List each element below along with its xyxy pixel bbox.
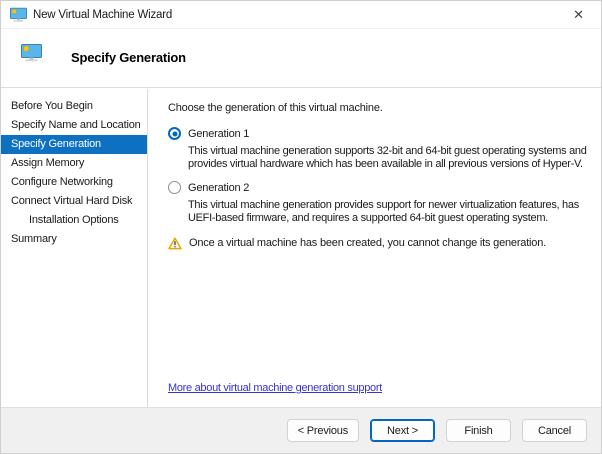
warning-icon — [168, 237, 182, 250]
page-title: Specify Generation — [71, 50, 186, 65]
wizard-page-content: Choose the generation of this virtual ma… — [149, 89, 601, 407]
generation-2-radio[interactable] — [168, 181, 181, 194]
wizard-step-list: Before You Begin Specify Name and Locati… — [1, 89, 148, 407]
footer-button-bar: < Previous Next > Finish Cancel — [1, 407, 601, 453]
sidebar-item-connect-virtual-hard-disk[interactable]: Connect Virtual Hard Disk — [1, 192, 147, 211]
previous-button[interactable]: < Previous — [286, 419, 359, 442]
finish-button[interactable]: Finish — [446, 419, 511, 442]
vm-monitor-icon — [21, 44, 42, 62]
sidebar-item-summary[interactable]: Summary — [1, 230, 147, 249]
generation-2-option[interactable]: Generation 2 — [168, 181, 591, 194]
close-button[interactable]: ✕ — [556, 1, 601, 29]
vm-monitor-icon — [10, 7, 27, 22]
generation-1-label: Generation 1 — [188, 127, 250, 140]
warning-text: Once a virtual machine has been created,… — [189, 237, 546, 249]
window-title: New Virtual Machine Wizard — [33, 8, 173, 21]
generation-2-description: This virtual machine generation provides… — [188, 199, 579, 224]
sidebar-item-assign-memory[interactable]: Assign Memory — [1, 154, 147, 173]
generation-1-description: This virtual machine generation supports… — [188, 145, 587, 170]
sidebar-item-configure-networking[interactable]: Configure Networking — [1, 173, 147, 192]
generation-2-label: Generation 2 — [188, 181, 250, 194]
close-icon: ✕ — [573, 7, 584, 22]
generation-1-option[interactable]: Generation 1 — [168, 127, 591, 140]
cancel-button[interactable]: Cancel — [522, 419, 587, 442]
sidebar-item-before-you-begin[interactable]: Before You Begin — [1, 97, 147, 116]
titlebar: New Virtual Machine Wizard ✕ — [1, 1, 601, 29]
sidebar-item-specify-name-and-location[interactable]: Specify Name and Location — [1, 116, 147, 135]
next-button[interactable]: Next > — [370, 419, 435, 442]
sidebar-item-specify-generation[interactable]: Specify Generation — [1, 135, 147, 154]
generation-1-radio[interactable] — [168, 127, 181, 140]
sidebar-item-installation-options[interactable]: Installation Options — [1, 211, 147, 230]
intro-text: Choose the generation of this virtual ma… — [168, 102, 383, 114]
more-about-generation-link[interactable]: More about virtual machine generation su… — [168, 382, 382, 394]
warning-row: Once a virtual machine has been created,… — [168, 237, 591, 250]
wizard-header: Specify Generation — [1, 29, 601, 88]
wizard-window: New Virtual Machine Wizard ✕ Specify Gen… — [0, 0, 602, 454]
